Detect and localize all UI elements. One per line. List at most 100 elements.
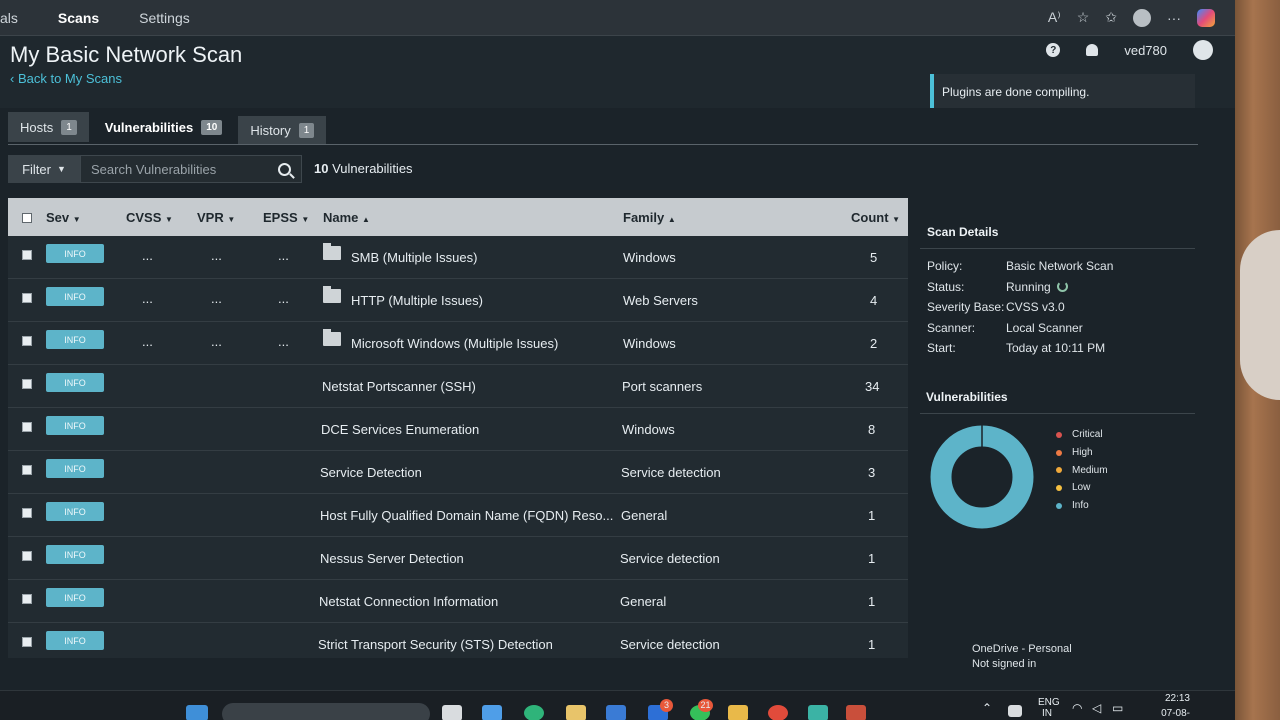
divider — [920, 413, 1195, 414]
vulnerability-name[interactable]: Host Fully Qualified Domain Name (FQDN) … — [320, 508, 613, 523]
col-count[interactable]: Count ▼ — [851, 210, 900, 225]
onedrive-icon[interactable] — [1008, 705, 1022, 717]
filter-button[interactable]: Filter ▼ — [8, 155, 80, 183]
store-icon[interactable] — [566, 705, 586, 720]
vulnerability-name[interactable]: DCE Services Enumeration — [321, 422, 479, 437]
chart-legend: Critical High Medium Low Info — [1056, 426, 1108, 514]
table-row[interactable]: INFO ... ... ... HTTP (Multiple Issues) … — [8, 279, 908, 322]
table-row[interactable]: INFO Strict Transport Security (STS) Det… — [8, 623, 908, 666]
nav-item-als[interactable]: als — [0, 10, 18, 26]
row-checkbox[interactable] — [22, 293, 32, 303]
legend-item-low[interactable]: Low — [1056, 479, 1108, 497]
vscode-icon[interactable] — [808, 705, 828, 720]
language-indicator[interactable]: ENG IN — [1038, 697, 1060, 719]
favorites-icon[interactable]: ✩ — [1105, 9, 1117, 26]
donut-segment-info[interactable] — [930, 425, 1034, 529]
vulnerability-name[interactable]: Netstat Portscanner (SSH) — [322, 379, 476, 394]
vulnerability-name[interactable]: Netstat Connection Information — [319, 594, 498, 609]
detail-value: Local Scanner — [1006, 321, 1083, 335]
tab-hosts-count: 1 — [61, 119, 77, 135]
nav-item-settings[interactable]: Settings — [139, 10, 190, 26]
bell-icon[interactable] — [1086, 44, 1099, 56]
read-aloud-icon[interactable]: A⁾ — [1048, 9, 1061, 26]
row-checkbox[interactable] — [22, 336, 32, 346]
vulnerabilities-donut-chart[interactable] — [930, 425, 1034, 529]
profile-avatar[interactable] — [1133, 8, 1151, 27]
file-explorer-icon[interactable] — [728, 705, 748, 720]
legend-item-info[interactable]: Info — [1056, 497, 1108, 515]
col-epss[interactable]: EPSS ▼ — [263, 210, 309, 225]
select-all-checkbox[interactable] — [22, 211, 32, 226]
col-vpr[interactable]: VPR ▼ — [197, 210, 235, 225]
wifi-icon[interactable]: ◠ — [1072, 701, 1082, 715]
back-link[interactable]: ‹ Back to My Scans — [10, 71, 122, 86]
legend-item-high[interactable]: High — [1056, 444, 1108, 462]
epss-value: ... — [278, 291, 289, 306]
help-icon[interactable]: ? — [1046, 43, 1061, 57]
apps-icon[interactable] — [606, 705, 626, 720]
app-icon[interactable] — [846, 705, 866, 720]
detail-value: Basic Network Scan — [1006, 259, 1114, 273]
severity-badge: INFO — [46, 631, 104, 650]
nav-item-scans[interactable]: Scans — [58, 10, 99, 26]
vulnerability-name[interactable]: HTTP (Multiple Issues) — [351, 293, 483, 308]
task-view-icon[interactable] — [442, 705, 462, 720]
badge-count: 21 — [698, 699, 713, 712]
vulnerability-count: 3 — [868, 465, 876, 480]
onedrive-toast[interactable]: OneDrive - Personal Not signed in — [972, 642, 1072, 672]
vulnerability-family: General — [620, 594, 667, 609]
vulnerability-name[interactable]: Strict Transport Security (STS) Detectio… — [318, 637, 553, 652]
chevron-up-icon[interactable]: ⌃ — [982, 701, 992, 715]
table-row[interactable]: INFO ... ... ... SMB (Multiple Issues) W… — [8, 236, 908, 279]
taskbar-search-box[interactable] — [222, 703, 430, 720]
username[interactable]: ved780 — [1124, 43, 1167, 58]
chrome-icon[interactable] — [768, 705, 788, 720]
volume-icon[interactable]: ◁ — [1092, 701, 1101, 715]
table-row[interactable]: INFO Service Detection Service detection… — [8, 451, 908, 494]
col-cvss[interactable]: CVSS ▼ — [126, 210, 173, 225]
col-name[interactable]: Name ▲ — [323, 210, 370, 225]
search-input[interactable] — [91, 161, 278, 177]
detail-key: Start: — [927, 341, 956, 355]
copilot-icon[interactable] — [1197, 8, 1215, 27]
col-sev[interactable]: Sev ▼ — [46, 210, 81, 225]
search-icon[interactable] — [278, 162, 291, 176]
clock[interactable]: 22:13 07-08-2025 — [1140, 693, 1190, 720]
table-row[interactable]: INFO Nessus Server Detection Service det… — [8, 537, 908, 580]
favorite-star-icon[interactable]: ☆ — [1077, 9, 1090, 26]
row-checkbox[interactable] — [22, 379, 32, 389]
tab-vulnerabilities[interactable]: Vulnerabilities 10 — [92, 110, 235, 144]
row-checkbox[interactable] — [22, 465, 32, 475]
battery-icon[interactable]: ▭ — [1112, 701, 1123, 715]
col-family[interactable]: Family ▲ — [623, 210, 676, 225]
tab-hosts[interactable]: Hosts 1 — [8, 112, 89, 142]
table-row[interactable]: INFO DCE Services Enumeration Windows 8 — [8, 408, 908, 451]
vulnerability-name[interactable]: Nessus Server Detection — [320, 551, 464, 566]
table-row[interactable]: INFO Netstat Connection Information Gene… — [8, 580, 908, 623]
row-checkbox[interactable] — [22, 594, 32, 604]
table-row[interactable]: INFO Host Fully Qualified Domain Name (F… — [8, 494, 908, 537]
edge-browser-icon[interactable] — [524, 705, 544, 720]
table-row[interactable]: INFO Netstat Portscanner (SSH) Port scan… — [8, 365, 908, 408]
row-checkbox[interactable] — [22, 551, 32, 561]
vulnerability-name[interactable]: Service Detection — [320, 465, 422, 480]
row-checkbox[interactable] — [22, 250, 32, 260]
row-checkbox[interactable] — [22, 422, 32, 432]
row-checkbox[interactable] — [22, 637, 32, 647]
back-link-label[interactable]: Back to My Scans — [18, 71, 122, 86]
tab-history[interactable]: History 1 — [238, 116, 327, 144]
legend-item-medium[interactable]: Medium — [1056, 461, 1108, 479]
onedrive-status: Not signed in — [972, 658, 1037, 670]
start-icon[interactable] — [186, 705, 208, 720]
vulnerability-name[interactable]: SMB (Multiple Issues) — [351, 250, 477, 265]
user-avatar[interactable] — [1193, 40, 1213, 60]
widgets-icon[interactable] — [482, 705, 502, 720]
more-options-icon[interactable]: ··· — [1167, 10, 1181, 26]
row-checkbox[interactable] — [22, 508, 32, 518]
vulnerability-name[interactable]: Microsoft Windows (Multiple Issues) — [351, 336, 558, 351]
background-object — [1240, 230, 1280, 400]
caret-up-icon: ▲ — [667, 215, 676, 224]
detail-start: Start: Today at 10:11 PM — [927, 341, 1105, 355]
table-row[interactable]: INFO ... ... ... Microsoft Windows (Mult… — [8, 322, 908, 365]
legend-item-critical[interactable]: Critical — [1056, 426, 1108, 444]
